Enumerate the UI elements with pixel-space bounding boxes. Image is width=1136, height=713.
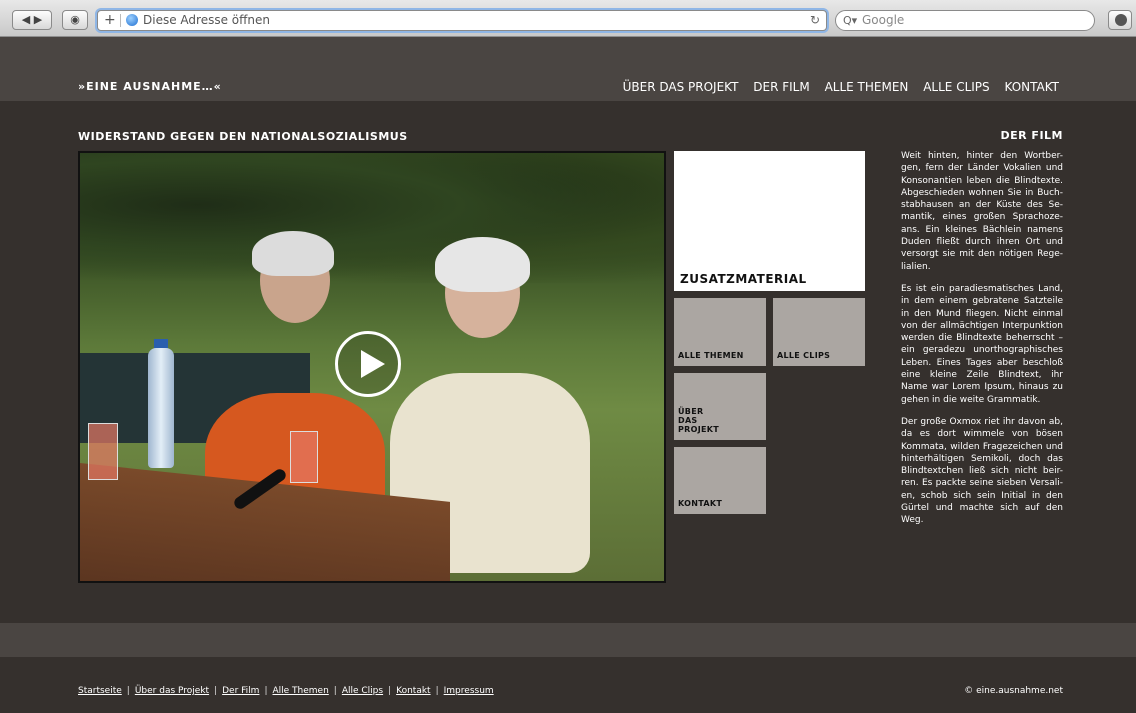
nav-kontakt[interactable]: KONTAKT — [1004, 80, 1059, 94]
nav-ueber-das-projekt[interactable]: ÜBER DAS PROJEKT — [623, 80, 739, 94]
download-icon — [1115, 14, 1127, 26]
video-frame-person-hair — [435, 237, 530, 292]
nav-alle-clips[interactable]: ALLE CLIPS — [923, 80, 989, 94]
footer-links: Startseite | Über das Projekt | Der Film | All… — [78, 686, 494, 696]
footer-link-alle-themen[interactable]: Alle Themen — [272, 686, 328, 696]
tile-kontakt[interactable]: KONTAKT — [674, 447, 766, 514]
sidebar-paragraph: Es ist ein paradiesmatisches Land, in de… — [901, 283, 1063, 405]
video-frame-person-hair — [252, 231, 334, 276]
downloads-button[interactable] — [1108, 10, 1132, 30]
tile-label: ALLE CLIPS — [777, 351, 831, 360]
play-icon[interactable] — [335, 331, 401, 397]
divider: | — [435, 686, 439, 696]
video-frame-glass — [290, 431, 318, 483]
sidebar-der-film: DER FILM Weit hinten, hinter den Wortber… — [901, 130, 1063, 537]
main-nav: ÜBER DAS PROJEKT DER FILM ALLE THEMEN AL… — [612, 80, 1059, 94]
reader-icon[interactable]: ◉ — [62, 10, 88, 30]
site-logo[interactable]: »EINE AUSNAHME…« — [78, 80, 222, 93]
divider: | — [333, 686, 337, 696]
divider — [120, 14, 121, 27]
search-field[interactable]: Q▾ Google — [835, 10, 1095, 31]
footer-link-ueber-das-projekt[interactable]: Über das Projekt — [135, 686, 209, 696]
globe-icon — [126, 14, 138, 26]
search-icon: Q▾ — [843, 14, 858, 27]
footer-link-alle-clips[interactable]: Alle Clips — [342, 686, 383, 696]
search-placeholder[interactable]: Google — [862, 11, 904, 30]
reload-icon[interactable]: ↻ — [810, 11, 820, 30]
tile-zusatzmaterial[interactable]: ZUSATZMATERIAL — [674, 151, 865, 291]
nav-alle-themen[interactable]: ALLE THEMEN — [825, 80, 909, 94]
address-bar[interactable]: + Diese Adresse öffnen ↻ — [97, 10, 827, 31]
add-bookmark-icon[interactable]: + — [104, 11, 116, 30]
tile-alle-clips[interactable]: ALLE CLIPS — [773, 298, 865, 366]
tile-alle-themen[interactable]: ALLE THEMEN — [674, 298, 766, 366]
footer-link-impressum[interactable]: Impressum — [444, 686, 494, 696]
tile-label: ÜBER DAS PROJEKT — [678, 407, 720, 434]
section-title: WIDERSTAND GEGEN DEN NATIONALSOZIALISMUS — [78, 130, 408, 143]
divider: | — [388, 686, 392, 696]
footer-band — [0, 623, 1136, 657]
tile-label: KONTAKT — [678, 499, 723, 508]
video-frame-glass — [88, 423, 118, 480]
footer-link-der-film[interactable]: Der Film — [222, 686, 259, 696]
sidebar-paragraph: Der große Oxmox riet ihr davon ab, da es… — [901, 416, 1063, 526]
divider: | — [126, 686, 130, 696]
copyright: © eine.ausnahme.net — [964, 686, 1063, 696]
sidebar-paragraph: Weit hinten, hinter den Wortber-gen, fer… — [901, 151, 1063, 272]
divider: | — [214, 686, 218, 696]
sidebar-title: DER FILM — [1000, 129, 1063, 142]
video-frame-bottle — [148, 348, 174, 468]
footer-link-kontakt[interactable]: Kontakt — [396, 686, 430, 696]
tile-label: ALLE THEMEN — [678, 351, 744, 360]
video-frame-trees — [80, 153, 664, 283]
nav-der-film[interactable]: DER FILM — [753, 80, 809, 94]
browser-toolbar: ◀ ▶ ◉ + Diese Adresse öffnen ↻ Q▾ Google — [0, 0, 1136, 37]
footer-link-startseite[interactable]: Startseite — [78, 686, 122, 696]
divider: | — [264, 686, 268, 696]
tile-label: ZUSATZMATERIAL — [680, 272, 807, 286]
video-player[interactable] — [78, 151, 666, 583]
address-placeholder[interactable]: Diese Adresse öffnen — [143, 11, 270, 30]
back-forward-buttons[interactable]: ◀ ▶ — [12, 10, 52, 30]
tile-ueber-das-projekt[interactable]: ÜBER DAS PROJEKT — [674, 373, 766, 440]
